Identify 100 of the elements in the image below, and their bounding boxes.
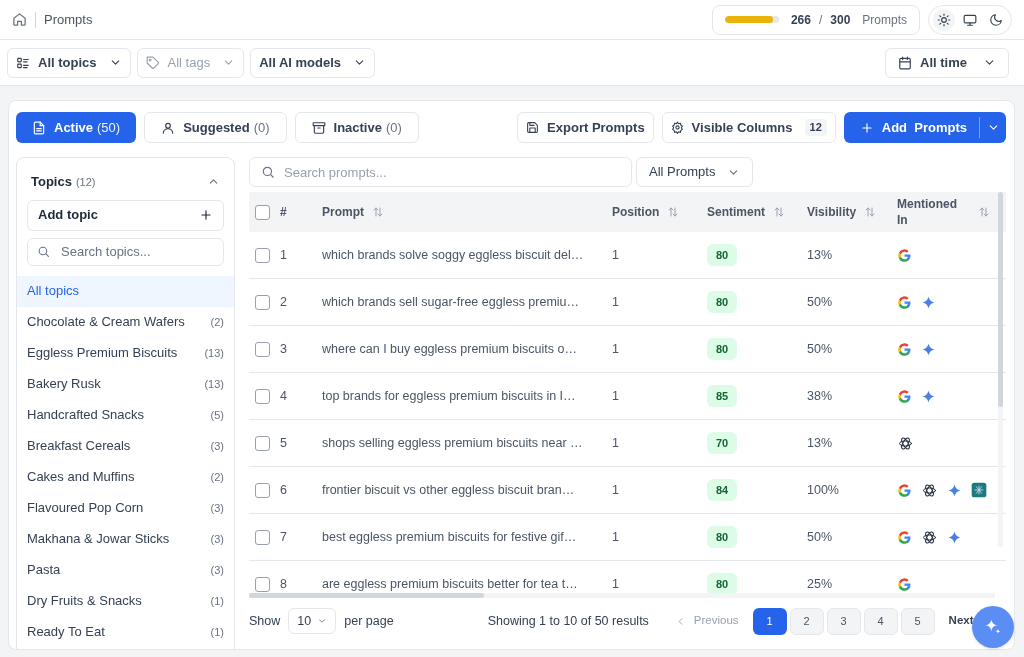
sentiment-badge: 80 (707, 525, 738, 549)
visibility-value: 50% (807, 294, 833, 309)
page-button[interactable]: 1 (752, 607, 787, 635)
row-checkbox[interactable] (255, 294, 270, 310)
position-value: 1 (612, 294, 619, 309)
column-header[interactable]: Sentiment (707, 203, 765, 221)
date-filter-dropdown[interactable]: All time (885, 47, 1009, 78)
theme-light-button[interactable] (933, 8, 955, 31)
status-tab[interactable]: Active (50) (16, 112, 137, 143)
topic-search-field[interactable]: Search topics... (27, 237, 224, 266)
column-header[interactable]: Prompt (322, 203, 364, 221)
status-tab[interactable]: Inactive (0) (294, 112, 419, 143)
per-page-label: per page (344, 612, 394, 630)
sort-icon (864, 206, 877, 218)
page-button[interactable]: 3 (826, 607, 861, 635)
prompt-text[interactable]: shops selling eggless premium biscuits near … (322, 435, 583, 450)
usage-total: 300 (830, 11, 851, 29)
google-g-icon (897, 388, 912, 404)
topic-item[interactable]: Handcrafted Snacks (5) (17, 399, 234, 431)
page-button[interactable]: 2 (789, 607, 824, 635)
topic-item[interactable]: Flavoured Pop Corn (3) (17, 492, 234, 524)
row-number: 8 (280, 576, 287, 591)
google-g-icon (897, 576, 912, 592)
user-icon (161, 120, 176, 135)
column-header[interactable]: Position (612, 203, 660, 221)
column-header[interactable]: # (280, 203, 287, 221)
prompt-text[interactable]: top brands for eggless premium biscuits in I… (322, 388, 576, 403)
row-checkbox[interactable] (255, 388, 270, 404)
row-checkbox[interactable] (255, 482, 270, 498)
topic-item[interactable]: Dry Fruits & Snacks (1) (17, 585, 234, 617)
sort-icon (372, 206, 384, 218)
topics-icon (16, 55, 30, 70)
visible-columns-button[interactable]: Visible Columns 12 (661, 112, 836, 143)
sentiment-badge: 70 (707, 431, 738, 455)
sparkle-icon (947, 529, 962, 545)
knot-logo-icon (897, 434, 914, 452)
home-icon (12, 12, 27, 27)
visibility-value: 38% (807, 388, 833, 403)
select-all-checkbox[interactable] (255, 204, 270, 220)
google-g-icon (897, 482, 912, 498)
position-value: 1 (612, 576, 619, 591)
export-button[interactable]: Export Prompts (517, 112, 654, 143)
prompt-text[interactable]: best eggless premium biscuits for festive gif… (322, 529, 577, 544)
topic-item[interactable]: All topics (17, 275, 234, 307)
prompt-text[interactable]: are eggless premium biscuits better for tea t… (322, 576, 578, 591)
horizontal-scrollbar[interactable] (249, 593, 484, 598)
topic-item[interactable]: Ready To Eat (1) (17, 616, 234, 648)
visibility-value: 50% (807, 341, 833, 356)
topic-item[interactable]: Bakery Rusk (13) (17, 368, 234, 400)
row-checkbox[interactable] (255, 341, 270, 357)
status-tab[interactable]: Suggested (0) (144, 112, 287, 143)
page-button[interactable]: 4 (863, 607, 898, 635)
add-topic-button[interactable]: Add topic (27, 199, 224, 231)
column-header[interactable]: Mentioned In (897, 196, 957, 228)
google-g-icon (897, 247, 912, 263)
prompt-text[interactable]: which brands solve soggy eggless biscuit del… (322, 247, 584, 262)
page-button[interactable]: 5 (900, 607, 935, 635)
knot-logo-icon (921, 528, 938, 546)
usage-separator: / (818, 11, 823, 29)
google-g-icon (897, 294, 912, 310)
row-checkbox[interactable] (255, 576, 270, 592)
sentiment-badge: 80 (707, 243, 738, 267)
next-button[interactable]: Next (948, 612, 974, 630)
plus-icon (859, 120, 874, 135)
vertical-scrollbar[interactable] (998, 192, 1003, 407)
visibility-value: 25% (807, 576, 833, 591)
prompt-filter-dropdown[interactable]: All Prompts (636, 157, 754, 187)
filter-dropdown[interactable]: All topics (7, 47, 131, 78)
moon-icon (989, 12, 1003, 27)
row-checkbox[interactable] (255, 435, 270, 451)
position-value: 1 (612, 247, 619, 262)
plus-icon (199, 208, 213, 222)
per-page-dropdown[interactable]: 10 (288, 608, 337, 634)
sentiment-badge: 80 (707, 337, 738, 361)
topic-item[interactable]: Makhana & Jowar Sticks (3) (17, 523, 234, 555)
prompt-text[interactable]: which brands sell sugar-free eggless premiu… (322, 294, 580, 309)
show-label: Show (249, 612, 281, 630)
topic-item[interactable]: Breakfast Cereals (3) (17, 430, 234, 462)
topic-item[interactable]: Chocolate & Cream Wafers (2) (17, 306, 234, 338)
prompt-text[interactable]: where can I buy eggless premium biscuits o… (322, 341, 577, 356)
sentiment-badge: 80 (707, 290, 738, 314)
topic-item[interactable]: Eggless Premium Biscuits (13) (17, 337, 234, 369)
topic-item[interactable]: Pasta (3) (17, 554, 234, 586)
position-value: 1 (612, 388, 619, 403)
document-icon (32, 120, 46, 135)
topics-count: (12) (75, 174, 96, 190)
calendar-icon (898, 55, 913, 70)
visibility-value: 100% (807, 482, 839, 497)
column-header[interactable]: Visibility (807, 203, 857, 221)
row-checkbox[interactable] (255, 529, 270, 545)
filter-dropdown[interactable]: All AI models (250, 47, 376, 78)
sort-icon (978, 206, 990, 218)
monitor-icon (963, 12, 977, 27)
position-value: 1 (612, 341, 619, 356)
row-checkbox[interactable] (255, 247, 270, 263)
prompt-search-field[interactable]: Search prompts... (249, 157, 632, 187)
topic-item[interactable]: Cakes and Muffins (2) (17, 461, 234, 493)
row-number: 6 (280, 482, 287, 497)
prompt-text[interactable]: frontier biscuit vs other eggless biscuit bran… (322, 482, 575, 497)
usage-unit: Prompts (862, 11, 907, 29)
